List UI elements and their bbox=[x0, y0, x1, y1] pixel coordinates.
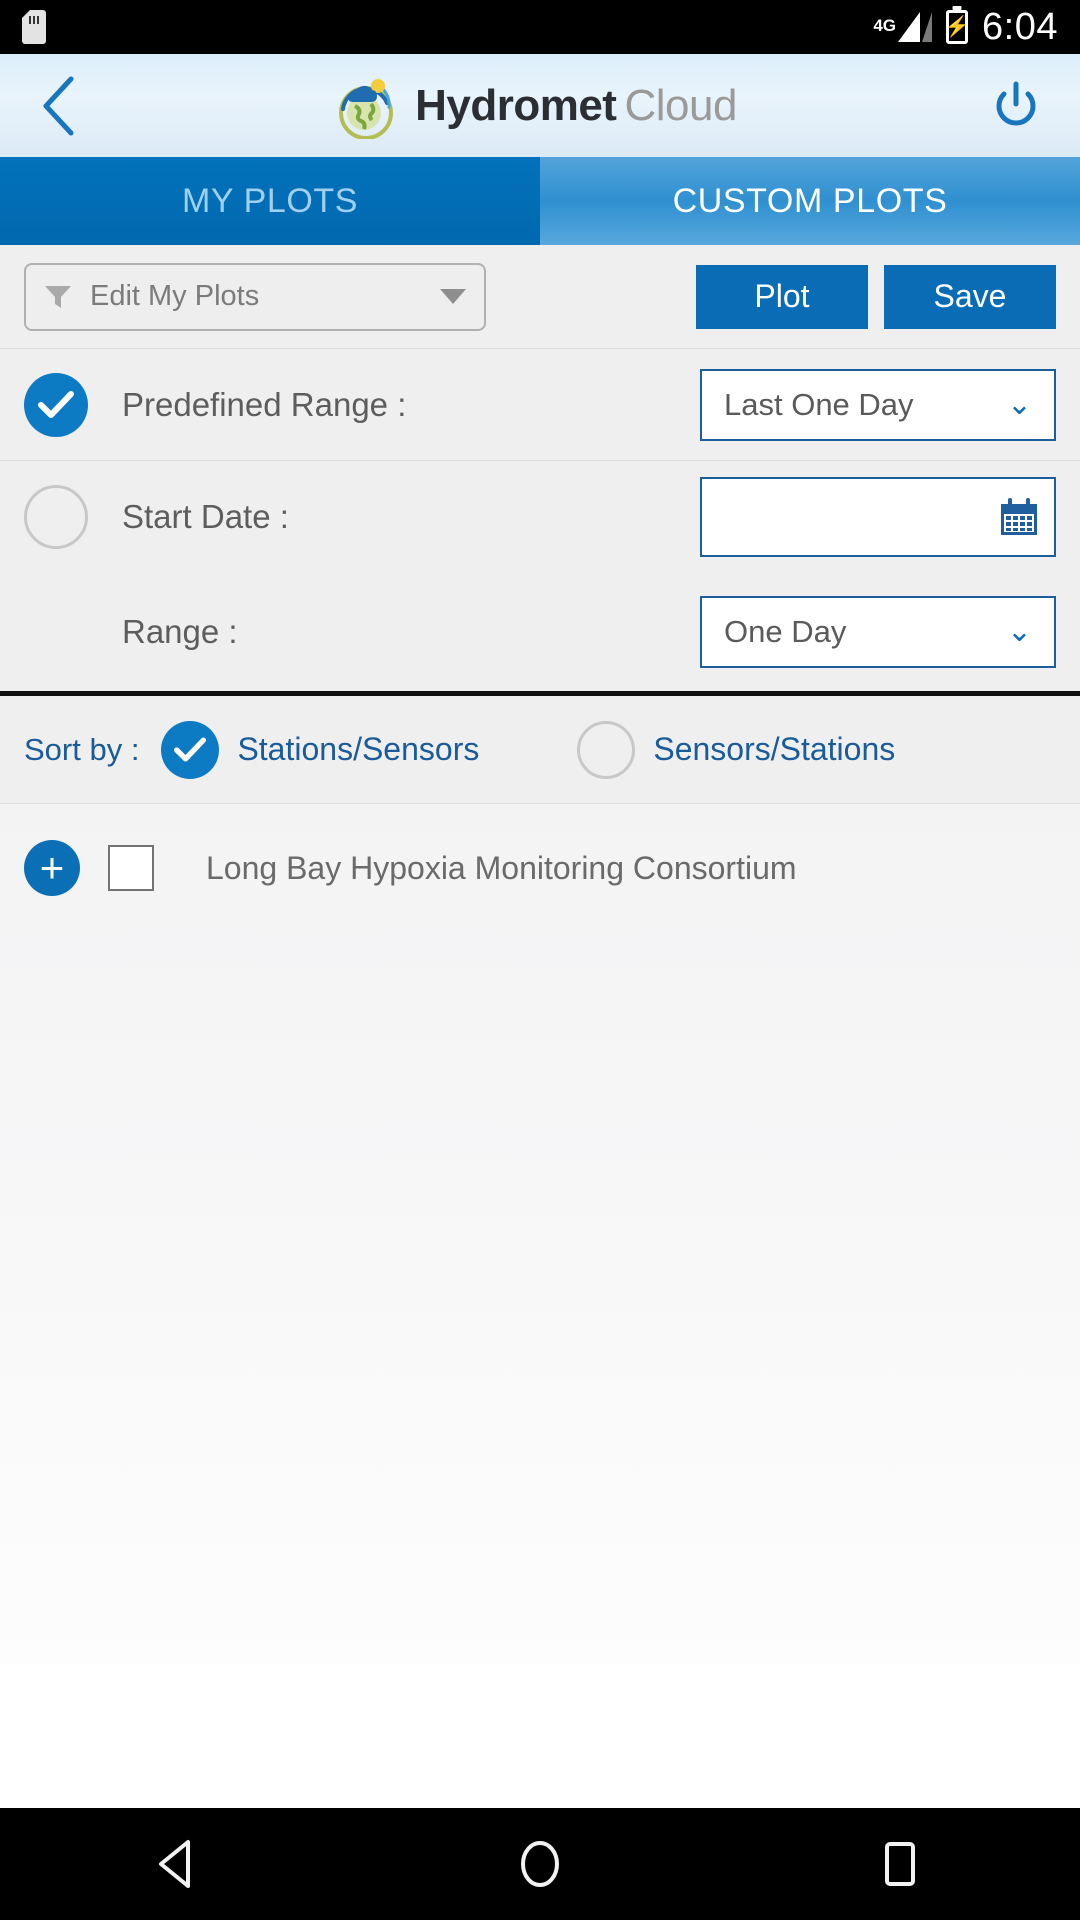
predefined-range-select[interactable]: Last One Day ⌄ bbox=[700, 368, 1056, 441]
checkbox-unchecked-icon[interactable] bbox=[108, 845, 154, 891]
calendar-icon bbox=[998, 496, 1040, 538]
sort-option-stations-sensors[interactable]: Stations/Sensors bbox=[161, 720, 480, 779]
android-nav-bar bbox=[0, 1808, 1080, 1920]
tab-bar: MY PLOTS CUSTOM PLOTS bbox=[0, 157, 1080, 245]
plots-toolbar: Edit My Plots Plot Save bbox=[0, 245, 1080, 349]
save-button[interactable]: Save bbox=[884, 264, 1056, 329]
predefined-range-value: Last One Day bbox=[724, 386, 914, 422]
sort-by-label: Sort by : bbox=[24, 731, 140, 767]
battery-charging-icon: ⚡ bbox=[945, 10, 969, 44]
list-item[interactable]: + Long Bay Hypoxia Monitoring Consortium bbox=[0, 804, 1080, 896]
status-bar-right: 4G ⚡ 6:04 bbox=[873, 6, 1058, 49]
network-type-label: 4G bbox=[873, 16, 897, 35]
range-value: One Day bbox=[724, 614, 847, 649]
tab-custom-plots-label: CUSTOM PLOTS bbox=[672, 181, 948, 220]
sort-option-sensors-stations[interactable]: Sensors/Stations bbox=[577, 720, 896, 779]
sort-by-bar: Sort by : Stations/Sensors Sensors/Stati… bbox=[0, 696, 1080, 804]
brand-secondary-label: Cloud bbox=[624, 80, 737, 130]
chevron-down-icon: ⌄ bbox=[1006, 615, 1032, 648]
caret-down-icon bbox=[440, 289, 466, 304]
signal-bars-icon: 4G bbox=[873, 12, 933, 42]
hydromet-globe-logo-icon bbox=[333, 73, 399, 140]
tab-custom-plots[interactable]: CUSTOM PLOTS bbox=[540, 157, 1080, 245]
nav-back-triangle-icon[interactable] bbox=[120, 1808, 240, 1920]
plot-button[interactable]: Plot bbox=[696, 264, 868, 329]
range-select[interactable]: One Day ⌄ bbox=[700, 596, 1056, 668]
status-bar-left bbox=[22, 10, 46, 44]
clock-label: 6:04 bbox=[982, 5, 1058, 48]
start-date-input[interactable] bbox=[700, 477, 1056, 557]
chevron-down-icon: ⌄ bbox=[1006, 387, 1032, 421]
nav-recents-square-icon[interactable] bbox=[840, 1808, 960, 1920]
predefined-range-row: Predefined Range : Last One Day ⌄ bbox=[0, 349, 1080, 461]
start-date-radio[interactable] bbox=[24, 485, 88, 549]
plus-circle-icon[interactable]: + bbox=[24, 840, 80, 896]
tab-my-plots-label: MY PLOTS bbox=[181, 181, 359, 220]
tab-my-plots[interactable]: MY PLOTS bbox=[0, 157, 540, 245]
plot-button-label: Plot bbox=[754, 278, 810, 314]
predefined-range-radio[interactable] bbox=[24, 372, 88, 437]
station-list: + Long Bay Hypoxia Monitoring Consortium bbox=[0, 804, 1080, 1664]
edit-my-plots-dropdown[interactable]: Edit My Plots bbox=[24, 262, 486, 331]
sort-sensors-stations-radio[interactable] bbox=[577, 720, 636, 779]
nav-home-circle-icon[interactable] bbox=[480, 1808, 600, 1920]
status-bar: 4G ⚡ 6:04 bbox=[0, 0, 1080, 54]
save-button-label: Save bbox=[933, 278, 1007, 314]
funnel-filter-icon bbox=[44, 284, 72, 310]
start-date-label: Start Date : bbox=[122, 498, 289, 535]
predefined-range-label: Predefined Range : bbox=[122, 385, 407, 423]
range-settings-section: Predefined Range : Last One Day ⌄ Start … bbox=[0, 349, 1080, 691]
power-icon[interactable] bbox=[988, 76, 1044, 136]
sort-stations-sensors-label: Stations/Sensors bbox=[237, 731, 480, 767]
sd-card-icon bbox=[22, 10, 46, 44]
range-row: Range : One Day ⌄ bbox=[0, 573, 1080, 691]
app-header: Hydromet Cloud bbox=[0, 54, 1080, 157]
station-name-label: Long Bay Hypoxia Monitoring Consortium bbox=[206, 849, 797, 886]
sort-stations-sensors-radio[interactable] bbox=[161, 720, 220, 779]
range-label: Range : bbox=[122, 613, 238, 650]
page-title: Hydromet Cloud bbox=[415, 81, 737, 131]
edit-my-plots-label: Edit My Plots bbox=[90, 280, 260, 312]
start-date-row: Start Date : bbox=[0, 461, 1080, 573]
sort-sensors-stations-label: Sensors/Stations bbox=[653, 731, 896, 767]
back-chevron-icon[interactable] bbox=[36, 71, 82, 141]
brand-lockup: Hydromet Cloud bbox=[333, 73, 737, 140]
brand-primary-label: Hydromet bbox=[415, 80, 617, 130]
